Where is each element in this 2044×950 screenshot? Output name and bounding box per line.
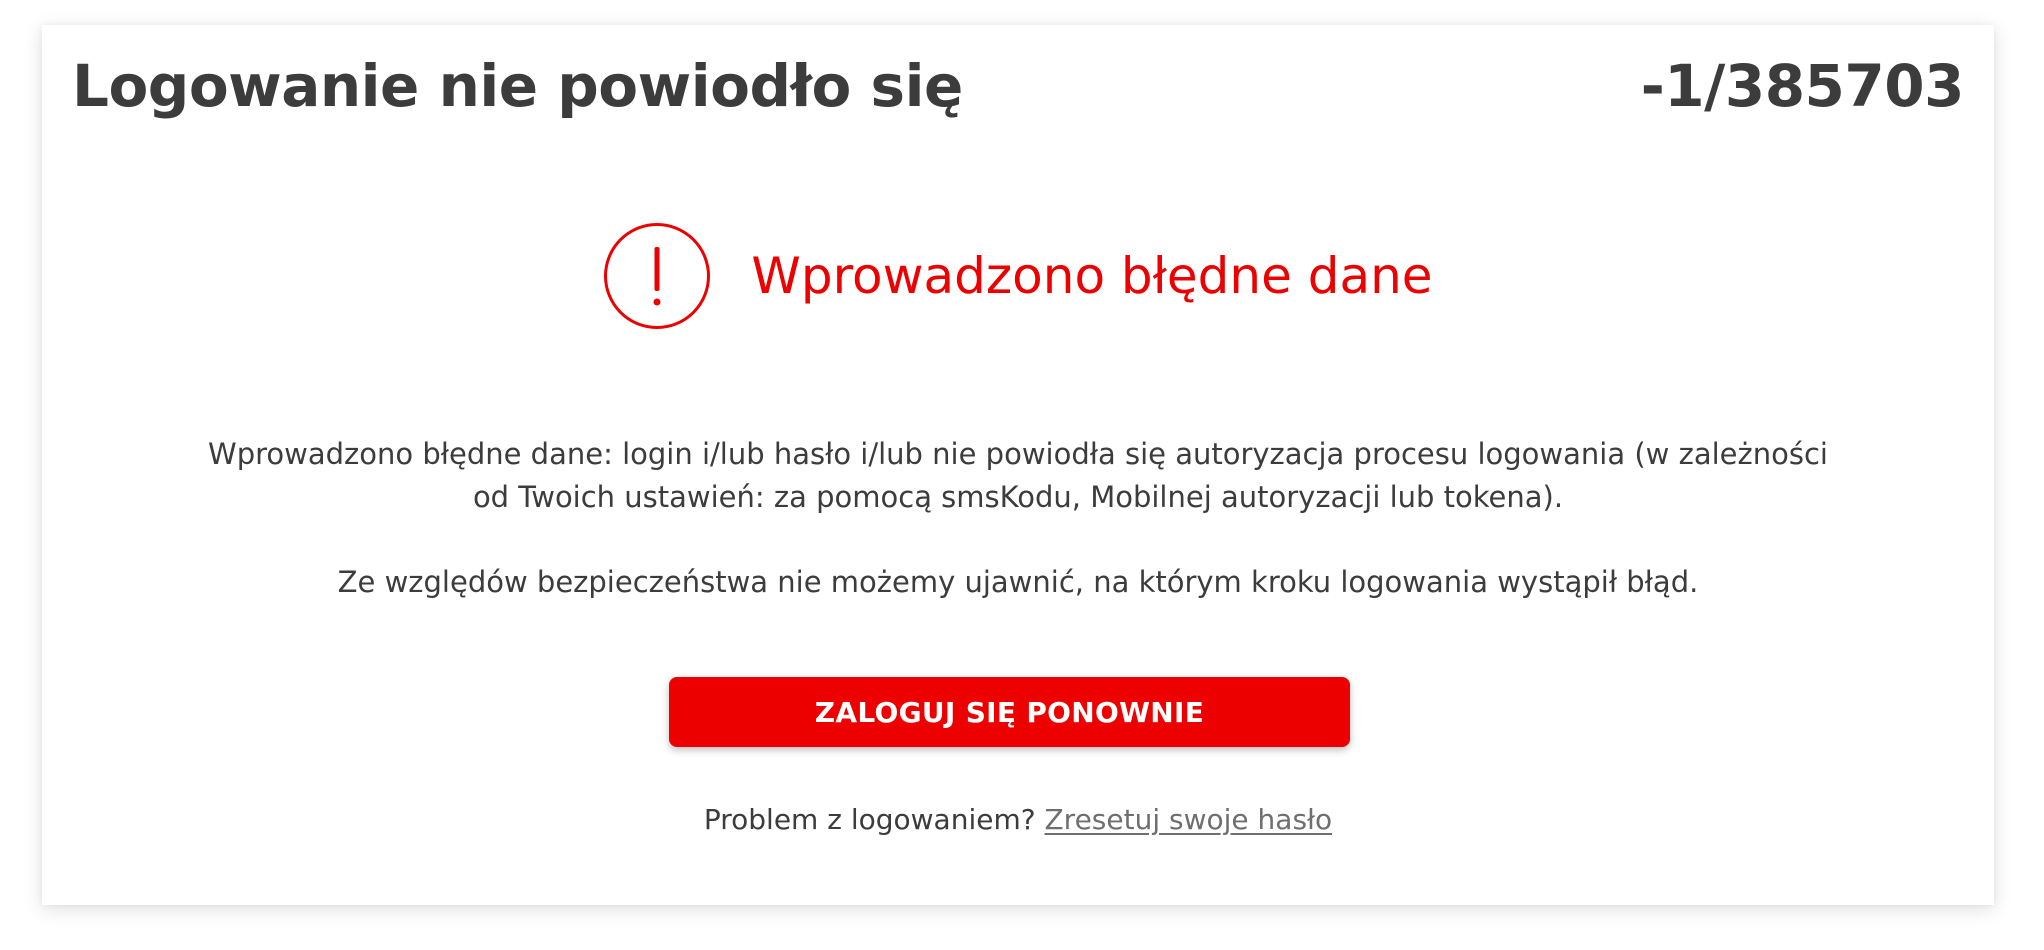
error-message: Wprowadzono błędne dane: login i/lub has… — [202, 433, 1834, 604]
error-code: -1/385703 — [1640, 52, 1965, 120]
login-again-button[interactable]: ZALOGUJ SIĘ PONOWNIE — [669, 677, 1350, 747]
alert-banner: Wprowadzono błędne dane — [42, 221, 1994, 331]
security-notice-paragraph: Ze względów bezpieczeństwa nie możemy uj… — [337, 565, 1699, 599]
error-message-paragraph: Wprowadzono błędne dane: login i/lub has… — [208, 437, 1828, 514]
alert-heading: Wprowadzono błędne dane — [751, 247, 1433, 305]
page-title: Logowanie nie powiodło się — [72, 52, 963, 120]
login-help: Problem z logowaniem? Zresetuj swoje has… — [42, 800, 1994, 840]
error-card: Logowanie nie powiodło się -1/385703 Wpr… — [42, 25, 1994, 905]
login-help-text: Problem z logowaniem? — [703, 803, 1036, 836]
exclamation-circle-icon — [604, 223, 711, 329]
reset-password-link[interactable]: Zresetuj swoje hasło — [1045, 803, 1333, 836]
